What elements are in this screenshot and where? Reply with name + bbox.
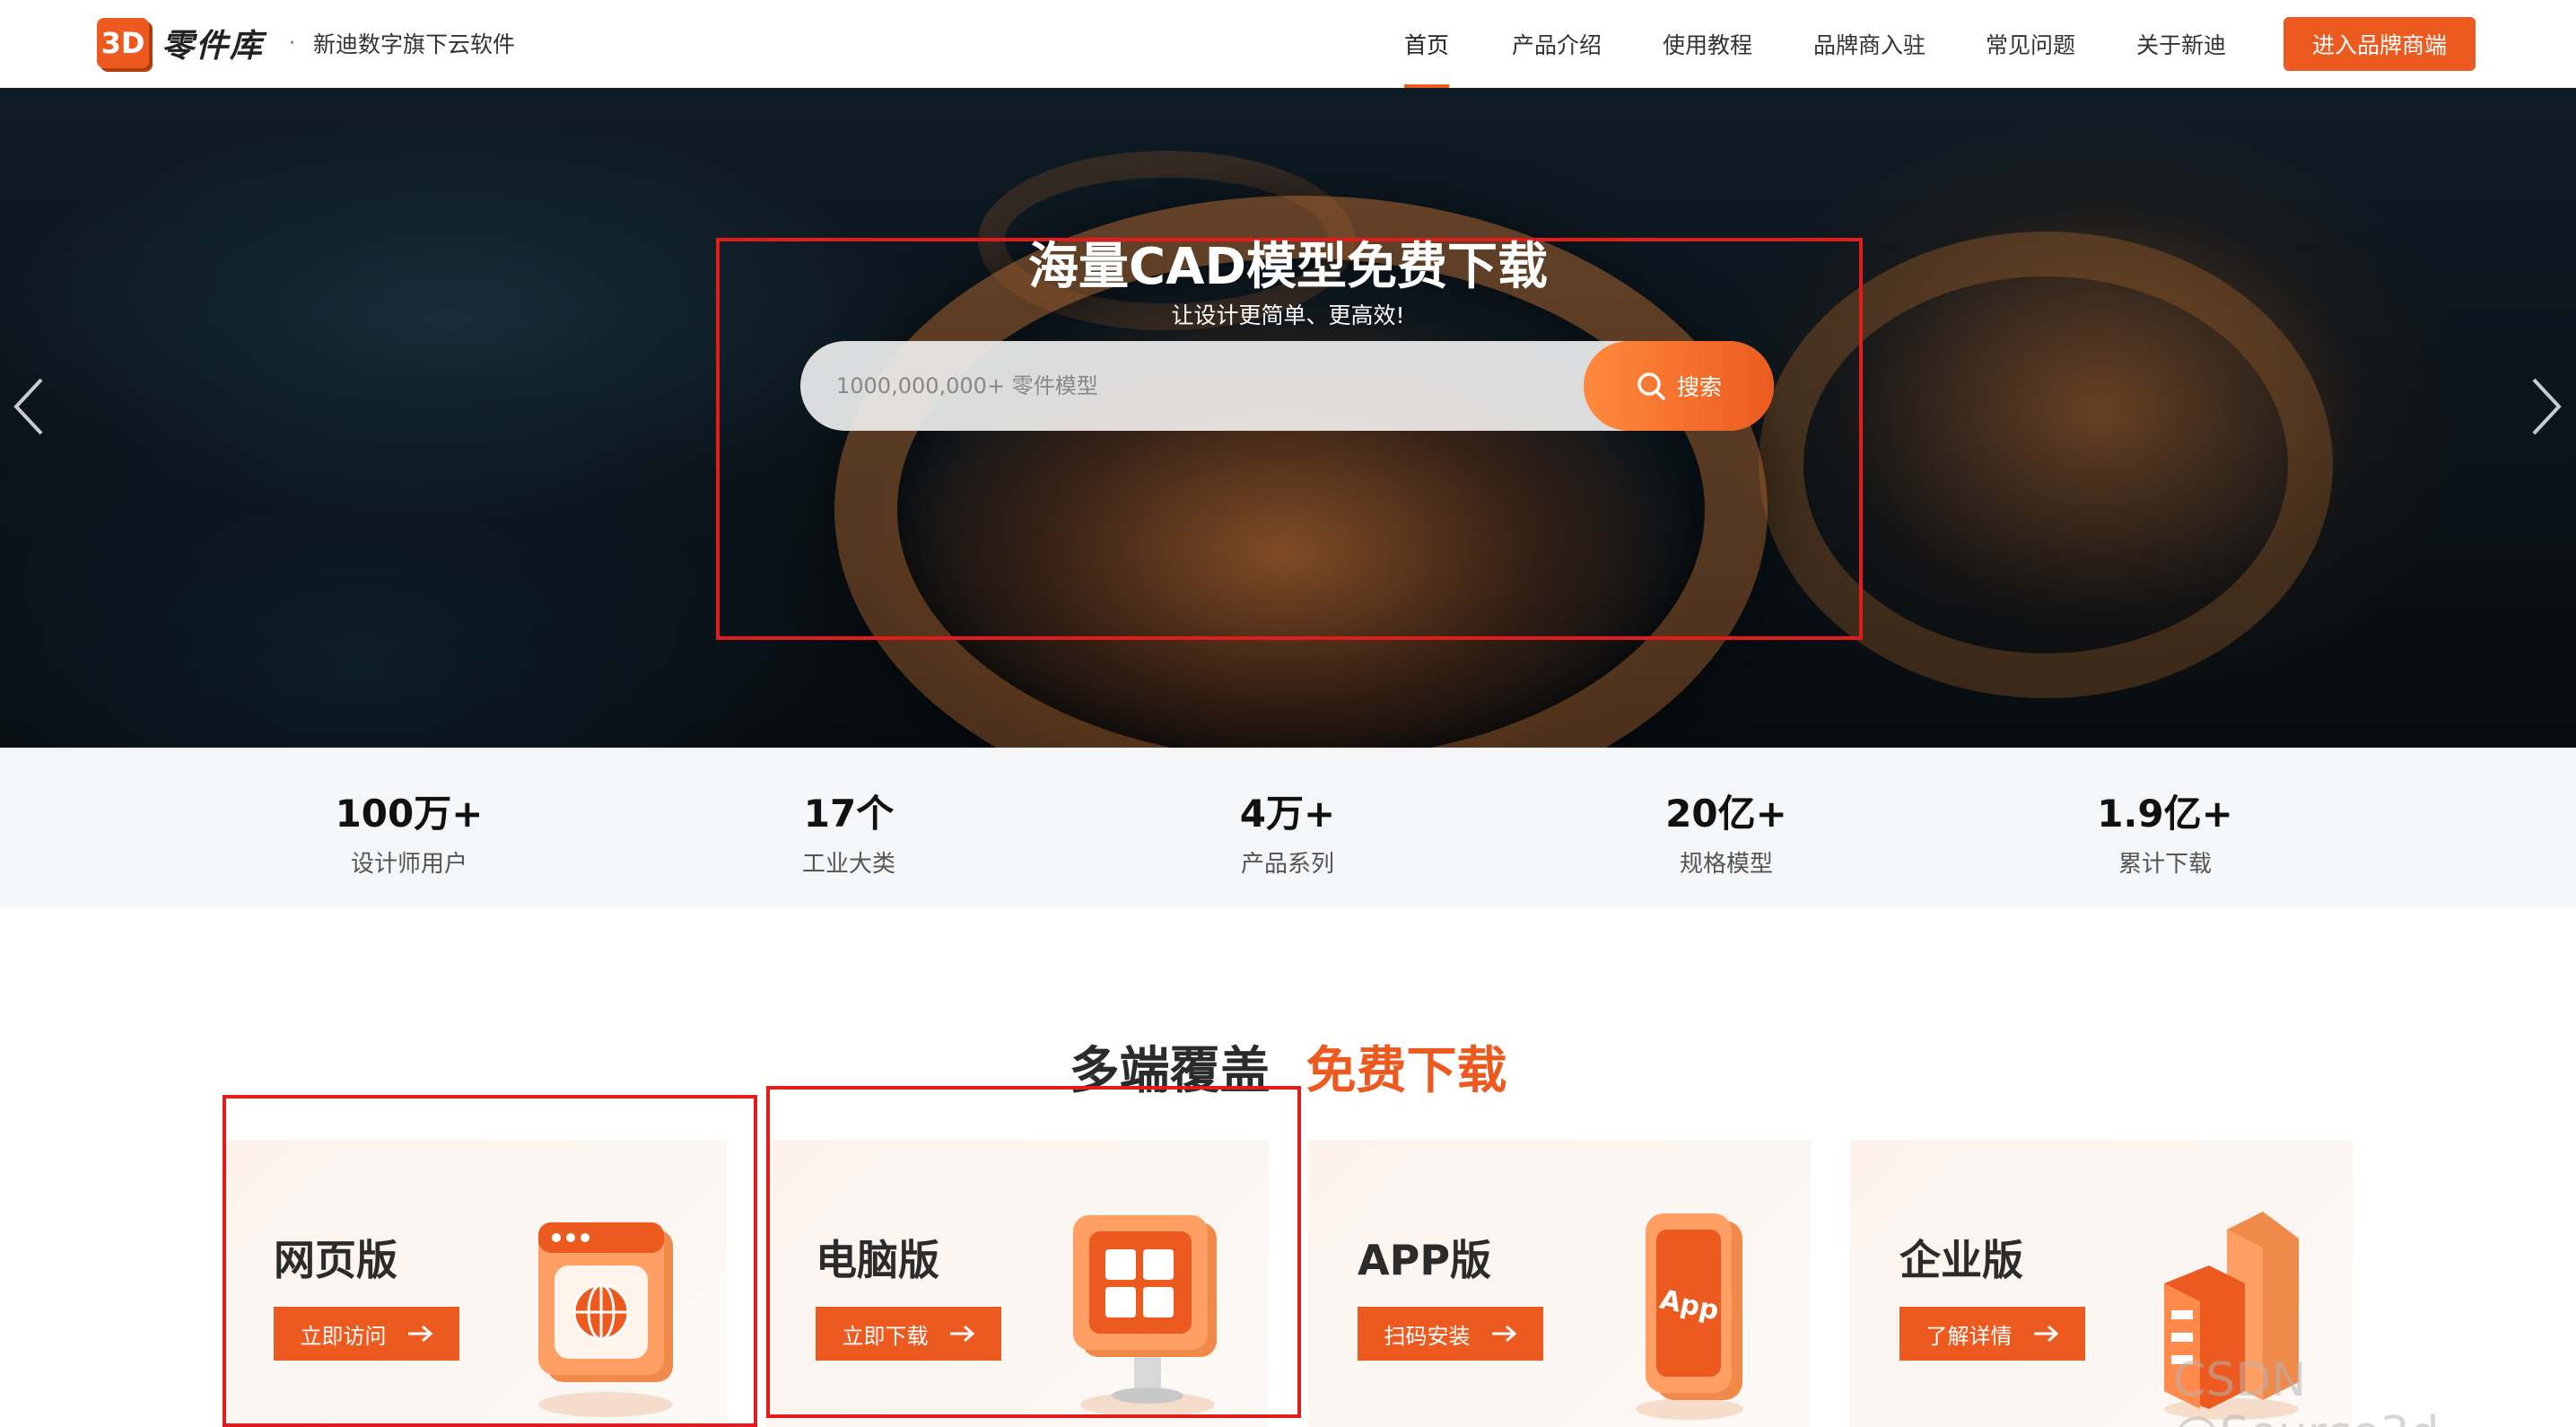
stats-bar: 100万+ 设计师用户 17个 工业大类 4万+ 产品系列 20亿+ 规格模型 …: [0, 748, 2576, 907]
stat-value: 100万+: [335, 792, 484, 836]
nav-tutorial[interactable]: 使用教程: [1663, 0, 1752, 88]
search-input[interactable]: [836, 341, 1572, 431]
stat-value: 17个: [803, 792, 895, 836]
highlight-box-web-card: [223, 1095, 757, 1427]
search-button[interactable]: 搜索: [1584, 341, 1774, 431]
stat-item: 1.9亿+ 累计下载: [2030, 784, 2300, 879]
brand-portal-button[interactable]: 进入品牌商端: [2283, 17, 2476, 71]
stat-item: 100万+ 设计师用户: [275, 784, 544, 879]
card-button-label: 扫码安装: [1384, 1323, 1471, 1349]
card-details-button[interactable]: 了解详情: [1899, 1307, 2085, 1361]
card-title: APP版: [1358, 1236, 1492, 1284]
card-install-button[interactable]: 扫码安装: [1358, 1307, 1543, 1361]
arrow-right-icon: [1491, 1325, 1516, 1343]
stat-label: 规格模型: [1679, 851, 1773, 878]
nav-home[interactable]: 首页: [1404, 0, 1450, 88]
nav-about[interactable]: 关于新迪: [2136, 0, 2226, 88]
card-button-label: 了解详情: [1925, 1323, 2013, 1349]
stat-label: 设计师用户: [350, 851, 467, 878]
platform-card-app[interactable]: APP版 扫码安装 App: [1308, 1140, 1811, 1427]
stat-value: 1.9亿+: [2097, 792, 2233, 836]
section-title-part2: 免费下载: [1305, 1042, 1507, 1100]
nav-brand-join[interactable]: 品牌商入驻: [1813, 0, 1925, 88]
stat-item: 4万+ 产品系列: [1153, 784, 1422, 879]
hero-title: 海量CAD模型免费下载: [1028, 238, 1548, 296]
site-logo[interactable]: 3D 零件库 · 新迪数字旗下云软件: [97, 18, 515, 68]
search-button-label: 搜索: [1676, 374, 1722, 400]
logo-separator-dot: ·: [289, 31, 296, 55]
search-icon: [1637, 372, 1665, 400]
stat-label: 累计下载: [2118, 851, 2212, 878]
arrow-right-icon: [2033, 1325, 2058, 1343]
card-title: 企业版: [1899, 1236, 2023, 1284]
mobile-app-icon: App: [1636, 1213, 1743, 1420]
hero-search-bar: 搜索: [800, 341, 1774, 431]
logo-3d-mark: 3D: [97, 18, 149, 68]
carousel-next-arrow-icon[interactable]: [2528, 375, 2564, 438]
site-header: 3D 零件库 · 新迪数字旗下云软件 首页 产品介绍 使用教程 品牌商入驻 常见…: [0, 0, 2576, 88]
stat-value: 20亿+: [1665, 792, 1787, 836]
carousel-prev-arrow-icon[interactable]: [11, 375, 47, 438]
logo-wordmark: 零件库: [162, 28, 265, 65]
stat-label: 工业大类: [801, 851, 895, 878]
stat-value: 4万+: [1239, 792, 1336, 836]
highlight-box-desktop-card: [766, 1086, 1301, 1418]
logo-tagline: 新迪数字旗下云软件: [313, 31, 516, 57]
hero-subtitle: 让设计更简单、更高效!: [1171, 302, 1405, 328]
stat-label: 产品系列: [1240, 851, 1334, 878]
stat-item: 20亿+ 规格模型: [1592, 784, 1861, 879]
stat-item: 17个 工业大类: [714, 784, 983, 879]
nav-faq[interactable]: 常见问题: [1986, 0, 2075, 88]
nav-product-intro[interactable]: 产品介绍: [1512, 0, 1602, 88]
csdn-watermark: CSDN @Source3d: [2173, 1353, 2440, 1427]
